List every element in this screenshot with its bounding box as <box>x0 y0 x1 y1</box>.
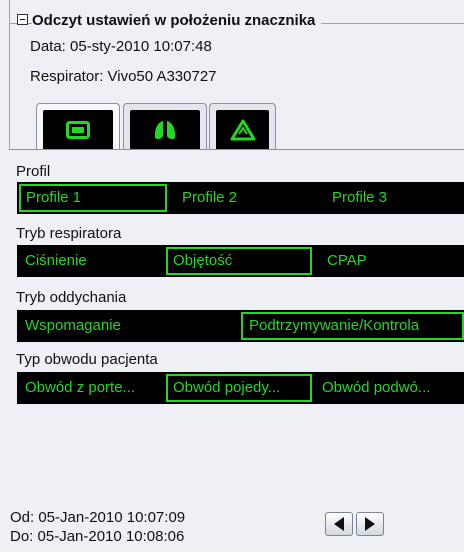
mode-option-pressure[interactable]: Ciśnienie <box>19 247 167 275</box>
settings-panel: Profil Profile 1 Profile 2 Profile 3 Try… <box>9 149 464 552</box>
ventilator-mode-label: Tryb respiratora <box>16 225 122 242</box>
arrow-right-icon <box>365 517 375 531</box>
profile-option-2[interactable]: Profile 2 <box>177 184 307 212</box>
ventilator-mode-bar: Ciśnienie Objętość CPAP <box>17 245 464 277</box>
date-label: Data: 05-sty-2010 10:07:48 <box>30 38 212 55</box>
tab-alarms[interactable] <box>209 103 276 149</box>
tab-monitor[interactable] <box>36 103 120 150</box>
lungs-icon <box>154 120 176 139</box>
arrow-left-icon <box>334 517 344 531</box>
collapse-toggle-button[interactable] <box>17 14 28 25</box>
breathing-mode-bar: Wspomaganie Podtrzymywanie/Kontrola <box>17 310 464 342</box>
breathing-option-support-control[interactable]: Podtrzymywanie/Kontrola <box>241 312 464 340</box>
monitor-icon <box>66 121 90 139</box>
profile-section-label: Profil <box>16 163 51 180</box>
alarm-triangle-icon <box>230 119 255 140</box>
range-to-label: Do: 05-Jan-2010 10:08:06 <box>10 528 185 545</box>
panel-title: Odczyt ustawień w położeniu znacznika <box>32 12 322 29</box>
tab-alarms-face <box>216 110 269 149</box>
profile-option-3[interactable]: Profile 3 <box>327 184 457 212</box>
tab-lungs-face <box>130 110 200 149</box>
circuit-option-port[interactable]: Obwód z porte... <box>19 374 167 402</box>
respirator-label: Respirator: Vivo50 A330727 <box>30 68 217 85</box>
mode-option-volume[interactable]: Objętość <box>166 247 312 275</box>
previous-button[interactable] <box>325 512 353 536</box>
circuit-option-single[interactable]: Obwód pojedy... <box>166 374 312 402</box>
mode-option-cpap[interactable]: CPAP <box>322 247 452 275</box>
circuit-type-label: Typ obwodu pacjenta <box>16 351 158 368</box>
tab-monitor-face <box>43 110 113 150</box>
tab-lungs[interactable] <box>123 103 207 149</box>
range-from-label: Od: 05-Jan-2010 10:07:09 <box>10 509 186 526</box>
profile-options-bar: Profile 1 Profile 2 Profile 3 <box>17 182 464 214</box>
next-button[interactable] <box>356 512 384 536</box>
breathing-mode-label: Tryb oddychania <box>16 289 127 306</box>
circuit-type-bar: Obwód z porte... Obwód pojedy... Obwód p… <box>17 372 464 404</box>
breathing-option-assist[interactable]: Wspomaganie <box>19 312 229 340</box>
profile-option-1[interactable]: Profile 1 <box>19 184 167 212</box>
circuit-option-double[interactable]: Obwód podwó... <box>317 374 464 402</box>
